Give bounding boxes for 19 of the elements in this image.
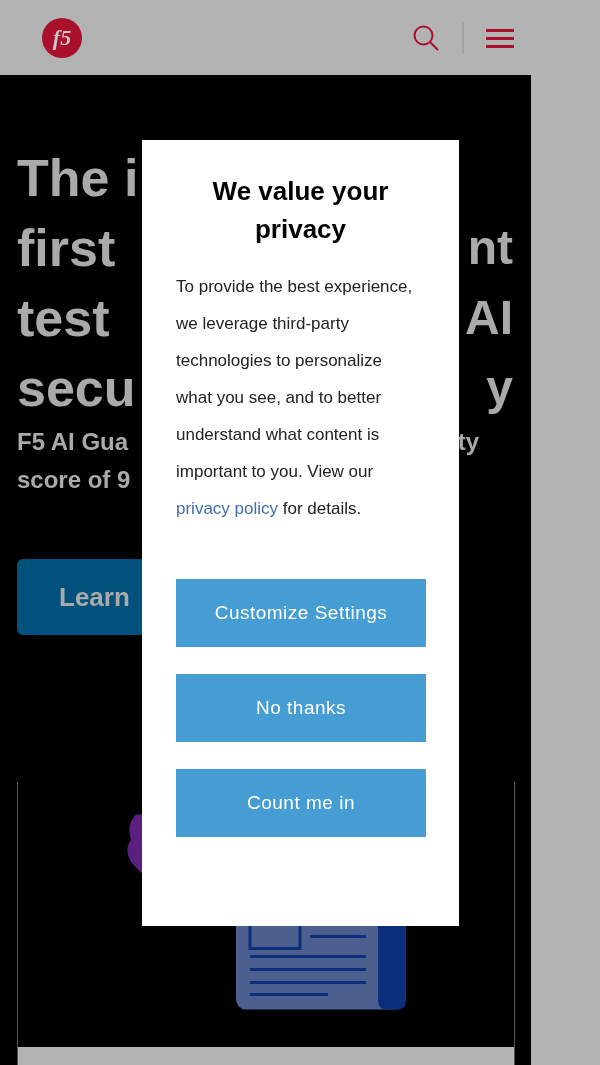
hero-heading: AI <box>465 290 513 346</box>
hero-heading: nt <box>467 220 513 276</box>
hero-subtitle: ty <box>457 427 479 457</box>
logo[interactable]: f5 <box>42 17 82 58</box>
hero-heading: y <box>486 360 513 416</box>
hero-heading: The i <box>17 148 139 209</box>
hero-subtitle: score of 9 <box>17 465 131 495</box>
consent-button[interactable]: No thanks <box>176 674 426 742</box>
consent-button[interactable]: Count me in <box>176 769 426 837</box>
dialog-text: To provide the best experience, we leverage third-party technologies to personalize what you see, and to better understand what content is important to you. View our privacy policy for details. <box>176 276 414 520</box>
menu-icon[interactable] <box>486 26 514 49</box>
hero-subtitle: F5 AI Gua <box>17 427 129 457</box>
hero-heading: secu <box>17 358 136 419</box>
consent-button[interactable]: Customize Settings <box>176 579 426 647</box>
privacy-policy-link[interactable]: privacy policy <box>176 499 279 518</box>
hero-heading: first <box>17 218 116 279</box>
search-icon[interactable] <box>412 23 440 52</box>
dialog-title: We value your privacy <box>211 175 390 246</box>
hero-heading: test <box>17 288 110 349</box>
